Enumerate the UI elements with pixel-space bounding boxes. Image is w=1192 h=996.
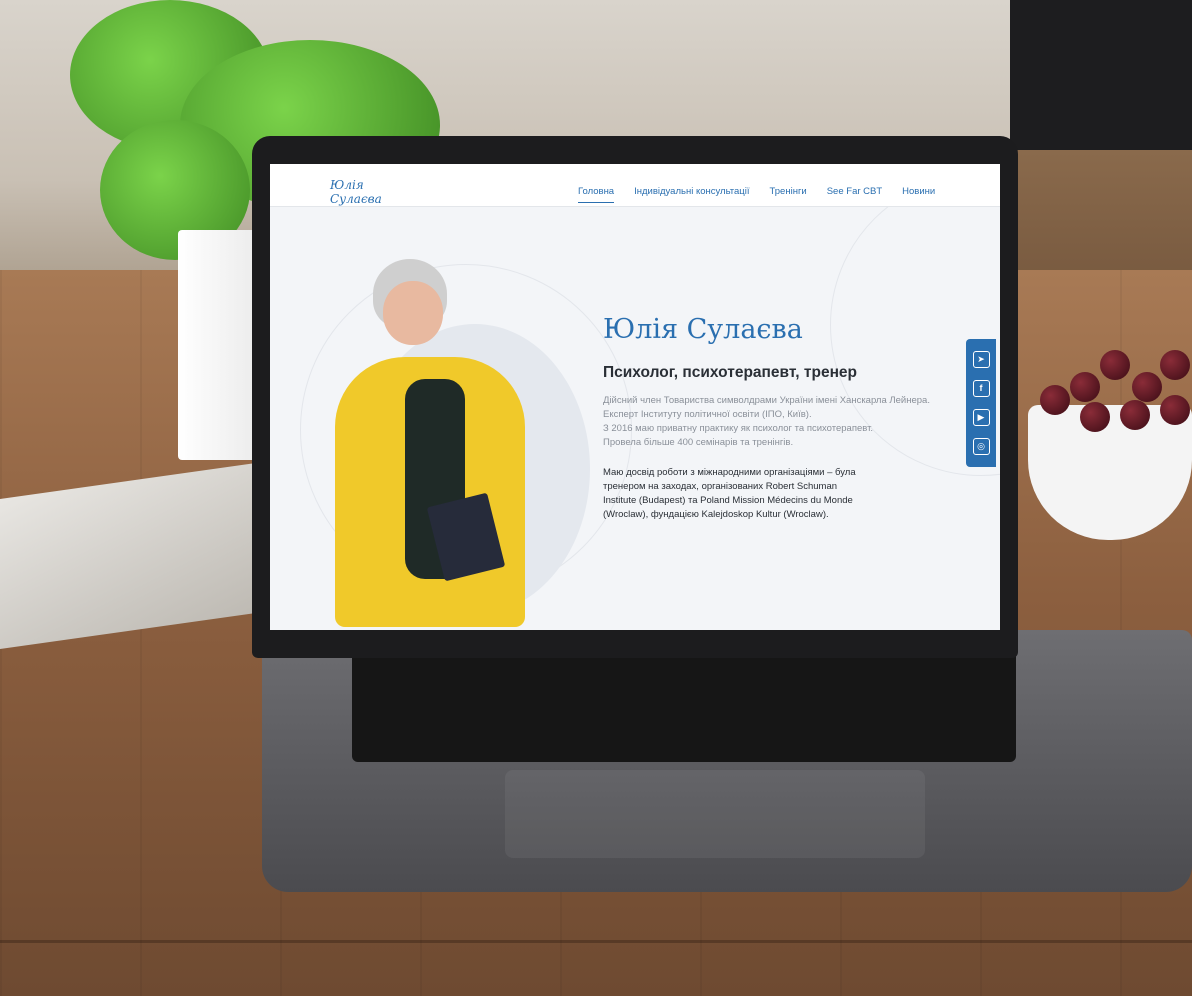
instagram-icon[interactable]: ◎ bbox=[972, 438, 990, 455]
hero-subtitle: Психолог, психотерапевт, тренер bbox=[603, 364, 858, 381]
cherry bbox=[1080, 402, 1110, 432]
nav-item-see-far-cbt[interactable]: See Far CBT bbox=[827, 186, 882, 203]
site-header: Юлія Сулаєва Головна Індивідуальні консу… bbox=[270, 164, 1000, 207]
background-window bbox=[1010, 0, 1192, 150]
table-plank-seam bbox=[0, 940, 1192, 943]
cherry bbox=[1120, 400, 1150, 430]
facebook-icon[interactable]: f bbox=[972, 380, 990, 397]
bio-line: Дійсний член Товариства символдрами Укра… bbox=[603, 395, 930, 406]
nav-item-trainings[interactable]: Тренінги bbox=[770, 186, 807, 203]
laptop-screen: Юлія Сулаєва Головна Індивідуальні консу… bbox=[270, 164, 1000, 630]
nav-item-news[interactable]: Новини bbox=[902, 186, 935, 203]
cherry bbox=[1160, 350, 1190, 380]
laptop-keyboard bbox=[352, 650, 1016, 762]
laptop-trackpad bbox=[505, 770, 925, 858]
nav-item-consultations[interactable]: Індивідуальні консультації bbox=[634, 186, 749, 203]
social-sidebar: ➤ f ▶ ◎ bbox=[966, 339, 996, 467]
cherry bbox=[1040, 385, 1070, 415]
bio-line: З 2016 маю приватну практику як психолог… bbox=[603, 423, 874, 434]
cherry bbox=[1070, 372, 1100, 402]
portrait-photo bbox=[325, 259, 555, 629]
hero-name: Юлія Сулаєва bbox=[603, 314, 803, 345]
site-logo[interactable]: Юлія Сулаєва bbox=[330, 178, 382, 206]
experience-line: Маю досвід роботи з міжнародними організ… bbox=[603, 467, 856, 478]
experience-line: Institute (Budapest) та Poland Mission M… bbox=[603, 495, 853, 506]
main-nav: Головна Індивідуальні консультації Трені… bbox=[578, 186, 935, 203]
bio-line: Експерт Інституту політичної освіти (ІПО… bbox=[603, 409, 812, 420]
nav-item-home[interactable]: Головна bbox=[578, 186, 615, 203]
bio-line: Провела більше 400 семінарів та тренінгі… bbox=[603, 437, 794, 448]
experience-line: (Wroclaw), фундацією Kalejdoskop Kultur … bbox=[603, 509, 829, 520]
logo-line-2: Сулаєва bbox=[330, 192, 382, 206]
cherry bbox=[1132, 372, 1162, 402]
portrait-face bbox=[383, 281, 443, 345]
experience-line: тренером на заходах, організованих Rober… bbox=[603, 481, 838, 492]
hero-experience: Маю досвід роботи з міжнародними організ… bbox=[603, 466, 903, 522]
hero-bio: Дійсний член Товариства символдрами Укра… bbox=[603, 394, 953, 450]
cherry bbox=[1160, 395, 1190, 425]
telegram-icon[interactable]: ➤ bbox=[972, 351, 990, 368]
cherry bbox=[1100, 350, 1130, 380]
youtube-icon[interactable]: ▶ bbox=[972, 409, 990, 426]
logo-line-1: Юлія bbox=[330, 178, 364, 192]
